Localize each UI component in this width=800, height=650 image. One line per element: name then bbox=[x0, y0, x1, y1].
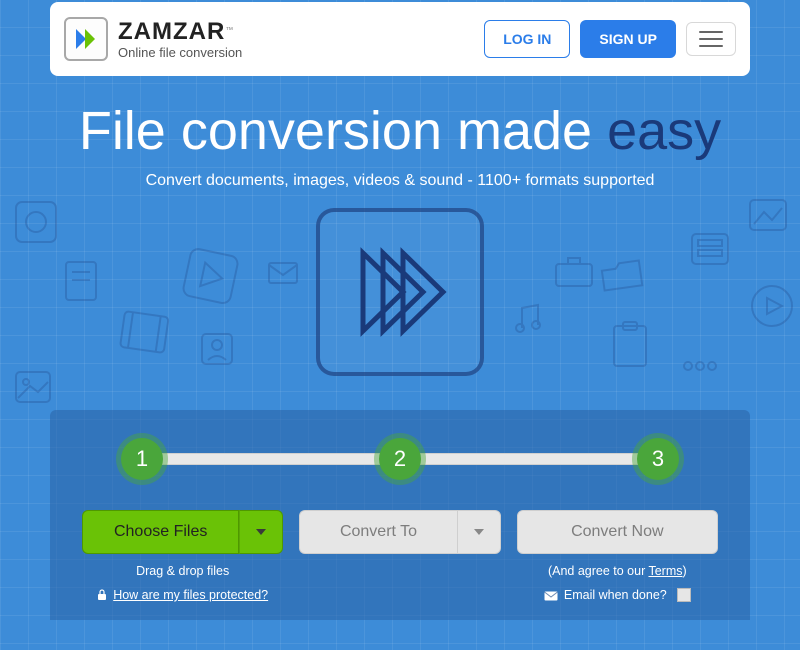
convertto-column: Convert To bbox=[299, 510, 500, 602]
convert-to-button[interactable]: Convert To bbox=[299, 510, 456, 554]
steps-indicator: 1 2 3 bbox=[122, 436, 678, 482]
hero-play-icon bbox=[316, 208, 484, 376]
email-done-label: Email when done? bbox=[564, 588, 667, 602]
terms-link[interactable]: Terms bbox=[648, 564, 682, 578]
files-protected-link-row: How are my files protected? bbox=[97, 588, 268, 602]
header-bar: ZAMZAR™ Online file conversion LOG IN SI… bbox=[50, 2, 750, 76]
hero-title: File conversion made easy bbox=[0, 100, 800, 162]
brand-name: ZAMZAR bbox=[118, 18, 225, 45]
dragdrop-hint: Drag & drop files bbox=[136, 564, 229, 578]
choose-files-split: Choose Files bbox=[82, 510, 283, 554]
convert-now-button[interactable]: Convert Now bbox=[517, 510, 718, 554]
doodle-disc-icon bbox=[14, 200, 58, 249]
doodle-person-icon bbox=[200, 332, 234, 371]
doodle-page-icon bbox=[64, 260, 98, 307]
terms-suffix: ) bbox=[683, 564, 687, 578]
doodle-music-icon bbox=[512, 302, 542, 341]
brand-tagline: Online file conversion bbox=[118, 46, 242, 59]
doodle-image-icon bbox=[14, 370, 52, 409]
brand-text: ZAMZAR™ Online file conversion bbox=[118, 20, 242, 59]
doodle-slides-icon bbox=[690, 232, 730, 271]
login-button[interactable]: LOG IN bbox=[484, 20, 570, 58]
email-done-checkbox[interactable] bbox=[677, 588, 691, 602]
step-2: 2 bbox=[379, 438, 421, 480]
terms-hint: (And agree to our Terms) bbox=[548, 564, 687, 578]
header-actions: LOG IN SIGN UP bbox=[484, 20, 736, 58]
brand[interactable]: ZAMZAR™ Online file conversion bbox=[64, 17, 242, 61]
doodle-folder-icon bbox=[598, 255, 647, 300]
hero-subtitle: Convert documents, images, videos & soun… bbox=[0, 172, 800, 190]
brand-logo-icon bbox=[64, 17, 108, 61]
files-protected-link[interactable]: How are my files protected? bbox=[113, 588, 268, 602]
doodle-clipboard-icon bbox=[610, 320, 650, 373]
doodle-briefcase-icon bbox=[554, 254, 594, 293]
step-1: 1 bbox=[121, 438, 163, 480]
email-done-row: Email when done? bbox=[544, 588, 691, 602]
doodle-picture-icon bbox=[748, 198, 788, 237]
choose-files-button[interactable]: Choose Files bbox=[82, 510, 239, 554]
convert-to-dropdown[interactable] bbox=[457, 510, 501, 554]
caret-down-icon bbox=[256, 529, 266, 535]
brand-tm: ™ bbox=[225, 25, 233, 34]
menu-button[interactable] bbox=[686, 22, 736, 56]
doodle-more-icon bbox=[680, 358, 720, 379]
choose-files-dropdown[interactable] bbox=[239, 510, 283, 554]
hero-title-part-a: File conversion made bbox=[79, 101, 607, 161]
doodle-mail-icon bbox=[268, 262, 298, 289]
mail-icon bbox=[544, 590, 558, 600]
step-3: 3 bbox=[637, 438, 679, 480]
doodle-film-icon bbox=[117, 309, 171, 360]
doodle-playcircle-icon bbox=[750, 284, 794, 333]
converter-card: 1 2 3 Choose Files Drag & drop files How… bbox=[50, 410, 750, 620]
convert-to-split: Convert To bbox=[299, 510, 500, 554]
hero-title-emphasis: easy bbox=[607, 101, 721, 161]
lock-icon bbox=[97, 589, 107, 601]
terms-prefix: (And agree to our bbox=[548, 564, 649, 578]
choose-column: Choose Files Drag & drop files How are m… bbox=[82, 510, 283, 602]
convertnow-column: Convert Now (And agree to our Terms) Ema… bbox=[517, 510, 718, 602]
actions-row: Choose Files Drag & drop files How are m… bbox=[82, 510, 718, 602]
signup-button[interactable]: SIGN UP bbox=[580, 20, 676, 58]
caret-down-icon bbox=[474, 529, 484, 535]
